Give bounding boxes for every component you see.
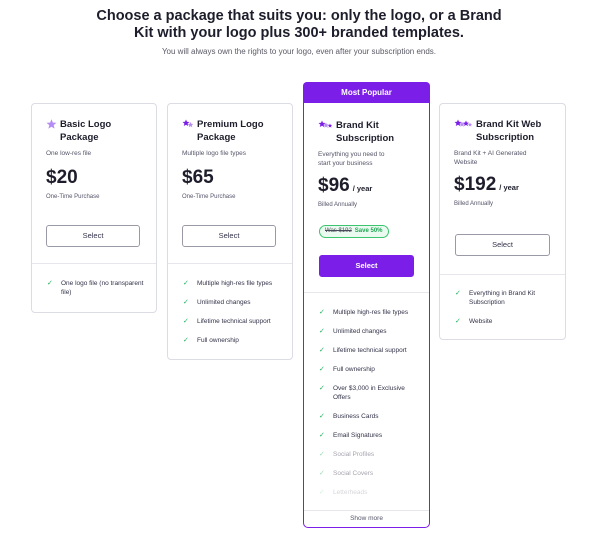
price-row: $192 / year	[454, 174, 551, 196]
plan-description: Brand Kit + AI Generated Website	[454, 150, 527, 166]
feature-item: ✓ Multiple high-res file types	[183, 280, 273, 287]
check-icon: ✓	[319, 470, 325, 477]
check-icon: ✓	[319, 432, 325, 439]
plan-description: One low-res file	[46, 150, 92, 157]
plan-price: $96	[318, 175, 350, 196]
plan-card-premium: Premium Logo Package Multiple logo file …	[167, 103, 293, 360]
plan-description: Everything you need to start your busine…	[318, 151, 385, 167]
feature-list: ✓ One logo file (no transparent file)	[47, 279, 146, 297]
feature-list: ✓ Multiple high-res file types ✓ Unlimited…	[183, 279, 282, 345]
select-button-premium[interactable]: Select	[182, 225, 276, 247]
plan-card-brand-kit-web: Brand Kit Web Subscription Brand Kit + A…	[439, 103, 566, 340]
check-icon: ✓	[183, 337, 189, 344]
select-button-brand-kit[interactable]: Select	[319, 255, 414, 277]
stars-icon	[318, 120, 333, 128]
check-icon: ✓	[455, 290, 461, 297]
feature-item: ✓ Unlimited changes	[183, 299, 251, 306]
price-period: / year	[352, 184, 373, 193]
check-icon: ✓	[319, 489, 325, 496]
feature-item: ✓ Everything in Brand Kit Subscription	[455, 290, 536, 306]
plan-price: $65	[182, 167, 214, 188]
feature-item: ✓ Letterheads	[319, 489, 368, 496]
plan-price: $20	[46, 167, 78, 188]
price-row: $96 / year	[318, 175, 415, 197]
check-icon: ✓	[183, 280, 189, 287]
feature-item: ✓ Over $3,000 in Exclusive Offers	[319, 385, 405, 401]
price-row: $20	[46, 167, 142, 189]
check-icon: ✓	[183, 299, 189, 306]
feature-item: ✓ Full ownership	[319, 366, 375, 373]
plan-card-basic: Basic Logo Package One low-res file $20 …	[31, 103, 157, 313]
billing-note: Billed Annually	[454, 201, 494, 207]
plan-description: Multiple logo file types	[182, 150, 246, 157]
plan-name: Basic Logo Package	[60, 119, 112, 143]
check-icon: ✓	[319, 413, 325, 420]
plan-name: Premium Logo Package	[197, 119, 264, 143]
price-row: $65	[182, 167, 278, 189]
check-icon: ✓	[47, 280, 53, 287]
feature-list: ✓ Everything in Brand Kit Subscription ✓ W…	[455, 289, 555, 326]
most-popular-banner: Most Popular	[303, 82, 430, 103]
savings-badge: Was $192 Save 50%	[319, 225, 389, 238]
divider	[304, 292, 429, 293]
feature-item: ✓ Website	[455, 318, 493, 325]
feature-list: ✓ Multiple high-res file types ✓ Unlimited…	[319, 308, 419, 497]
title-line-1: Choose a package that suits you: only th…	[96, 8, 502, 24]
check-icon: ✓	[319, 328, 325, 335]
old-price: Was $192	[325, 228, 352, 234]
select-button-basic[interactable]: Select	[46, 225, 140, 247]
check-icon: ✓	[319, 451, 325, 458]
save-percent: Save 50%	[354, 228, 383, 234]
plan-name: Brand Kit Subscription	[336, 120, 395, 144]
divider	[440, 274, 565, 275]
stars-icon	[182, 119, 194, 128]
feature-item: ✓ Lifetime technical support	[183, 318, 271, 325]
billing-note: One-Time Purchase	[46, 194, 100, 200]
feature-item: ✓ Unlimited changes	[319, 328, 387, 335]
feature-item: ✓ Social Profiles	[319, 451, 375, 458]
feature-item: ✓ Email Signatures	[319, 432, 383, 439]
billing-note: One-Time Purchase	[182, 194, 236, 200]
plan-price: $192	[454, 174, 497, 195]
check-icon: ✓	[183, 318, 189, 325]
feature-item: ✓ Multiple high-res file types	[319, 309, 409, 316]
plan-card-brand-kit: Most Popular Brand Kit Subscription Ever…	[303, 82, 430, 528]
feature-item: ✓ Full ownership	[183, 337, 239, 344]
check-icon: ✓	[455, 318, 461, 325]
star-icon	[46, 119, 57, 129]
feature-item: ✓ One logo file (no transparent file)	[47, 280, 144, 296]
divider	[32, 263, 156, 264]
check-icon: ✓	[319, 366, 325, 373]
billing-note: Billed Annually	[318, 202, 358, 208]
price-period: / year	[499, 183, 519, 192]
page-subtitle: You will always own the rights to your l…	[161, 47, 437, 56]
plan-name: Brand Kit Web Subscription	[476, 119, 542, 143]
select-button-brand-kit-web[interactable]: Select	[455, 234, 550, 256]
feature-item: ✓ Social Covers	[319, 470, 374, 477]
page-title: Choose a package that suits you: only th…	[0, 8, 598, 42]
show-more-link[interactable]: Show more	[304, 510, 429, 527]
feature-item: ✓ Lifetime technical support	[319, 347, 407, 354]
title-line-2: Kit with your logo plus 300+ branded tem…	[134, 25, 464, 41]
feature-item: ✓ Business Cards	[319, 413, 379, 420]
page-header: Choose a package that suits you: only th…	[0, 8, 598, 56]
divider	[168, 263, 292, 264]
check-icon: ✓	[319, 347, 325, 354]
check-icon: ✓	[319, 385, 325, 392]
check-icon: ✓	[319, 309, 325, 316]
stars-icon	[454, 119, 473, 127]
